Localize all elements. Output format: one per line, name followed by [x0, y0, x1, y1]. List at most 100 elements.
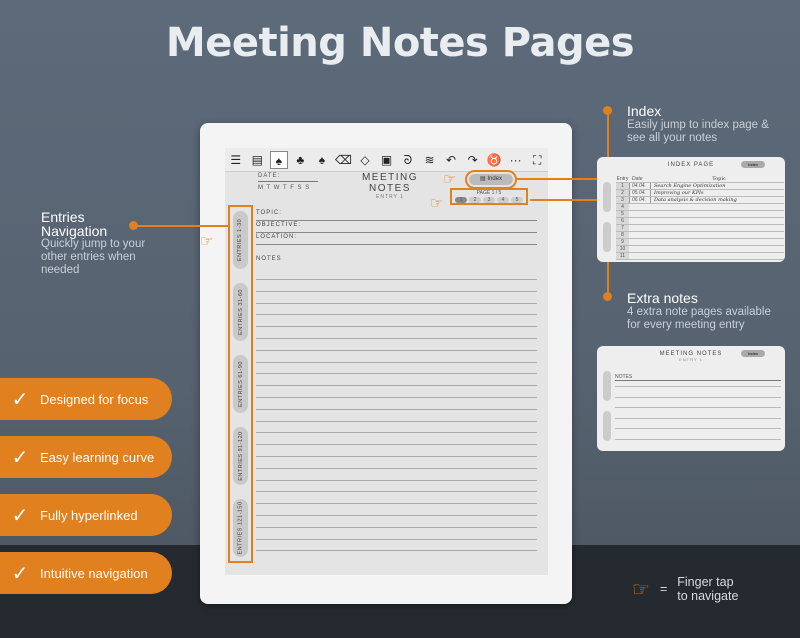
page-5-button[interactable]: 5 [511, 197, 523, 203]
index-button[interactable]: Index [741, 161, 765, 168]
note-line [256, 550, 537, 552]
table-row[interactable]: 2 05.04. Improving our KPIs [616, 190, 784, 197]
note-line [615, 428, 781, 429]
table-row[interactable]: 5 [616, 211, 784, 218]
redo-icon[interactable]: ↷ [464, 151, 482, 169]
table-row[interactable]: 9 [616, 239, 784, 246]
page-2-button[interactable]: 2 [469, 197, 481, 203]
feature-badge: ✓ Easy learning curve [0, 436, 172, 478]
note-line [256, 420, 537, 422]
more-icon[interactable]: ··· [507, 151, 525, 169]
marker-icon[interactable]: ♠ [313, 151, 331, 169]
note-line [256, 385, 537, 387]
feature-badge: ✓ Fully hyperlinked [0, 494, 172, 536]
layers-icon[interactable]: ≋ [421, 151, 439, 169]
entries-tab[interactable] [603, 411, 611, 441]
note-line [256, 491, 537, 493]
note-line [256, 373, 537, 375]
index-button[interactable]: ▤ Index [465, 170, 517, 189]
entries-tab[interactable]: ENTRIES 61-90 [233, 355, 248, 413]
meeting-field[interactable]: TOPIC: [256, 210, 537, 221]
extra-notes-preview: MEETING NOTES ENTRY 1 Index NOTES [597, 346, 785, 451]
meeting-notes-heading: MEETING NOTES ENTRY 1 [361, 172, 419, 200]
clear-icon[interactable]: ♉ [485, 151, 503, 169]
checkmark-icon: ✓ [11, 446, 29, 469]
table-row[interactable]: 11 [616, 253, 784, 260]
tablet-screen: ☰ ▤ ♠ ♣ ♠ ⌫ ◇ ▣ ᘐ ≋ ↶ ↷ ♉ ··· ⛶ DATE: M T W T F S S MEE… [225, 148, 548, 575]
table-row[interactable]: 8 [616, 232, 784, 239]
image-icon[interactable]: ▣ [377, 151, 395, 169]
lasso-icon[interactable]: ᘐ [399, 151, 417, 169]
note-line [256, 349, 537, 351]
note-line [256, 479, 537, 481]
note-line [615, 386, 781, 387]
index-callout: Index Easily jump to index page & see all… [627, 103, 769, 144]
toolbar: ☰ ▤ ♠ ♣ ♠ ⌫ ◇ ▣ ᘐ ≋ ↶ ↷ ♉ ··· ⛶ [225, 148, 548, 172]
entries-tab[interactable] [603, 222, 611, 252]
index-table: Entry Date Topic 1 04.04. Search Engine Optim… [616, 176, 784, 260]
table-row[interactable]: 7 [616, 225, 784, 232]
note-line [256, 432, 537, 434]
meeting-field[interactable]: OBJECTIVE: [256, 222, 537, 233]
table-row[interactable]: 4 [616, 204, 784, 211]
note-line [256, 538, 537, 540]
selection-eraser-icon[interactable]: ◇ [356, 151, 374, 169]
undo-icon[interactable]: ↶ [442, 151, 460, 169]
page-3-button[interactable]: 3 [483, 197, 495, 203]
note-line [256, 503, 537, 505]
table-row[interactable]: 1 04.04. Search Engine Optimization [616, 183, 784, 190]
note-line [256, 279, 537, 280]
note-line [256, 361, 537, 363]
note-line [615, 407, 781, 408]
entries-tab[interactable]: ENTRIES 1-30 [233, 211, 248, 269]
entries-tab[interactable]: ENTRIES 91-120 [233, 427, 248, 485]
notes-label: NOTES [615, 374, 781, 381]
feature-badge: ✓ Intuitive navigation [0, 552, 172, 594]
entries-tab[interactable]: ENTRIES 121-150 [233, 499, 248, 557]
note-line [256, 290, 537, 292]
table-row[interactable]: 10 [616, 246, 784, 253]
fullscreen-icon[interactable]: ⛶ [528, 151, 546, 169]
meeting-field[interactable]: LOCATION: [256, 234, 537, 245]
note-line [256, 302, 537, 304]
feature-badge: ✓ Designed for focus [0, 378, 172, 420]
sidebar-icon[interactable]: ☰ [227, 151, 245, 169]
entries-tab[interactable] [603, 371, 611, 401]
note-line [256, 526, 537, 528]
note-line [615, 417, 781, 419]
note-line [256, 338, 537, 339]
finger-tap-icon: ☞ [632, 578, 650, 601]
pen-icon[interactable]: ♠ [269, 150, 288, 169]
note-line [256, 456, 537, 457]
extra-notes-callout: Extra notes 4 extra note pages available … [627, 290, 771, 331]
entries-tab[interactable]: ENTRIES 31-60 [233, 283, 248, 341]
checkmark-icon: ✓ [11, 562, 29, 585]
checkmark-icon: ✓ [11, 388, 29, 411]
page-navigation: PAGE 1 / 512345 [450, 188, 528, 205]
note-line [256, 515, 537, 516]
eraser-icon[interactable]: ⌫ [334, 151, 352, 169]
finger-tap-icon: ☞ [443, 171, 457, 188]
finger-tap-icon: ☞ [200, 233, 214, 250]
note-line [256, 408, 537, 410]
legend: ☞ = Finger tap to navigate [632, 575, 739, 603]
brush-icon[interactable]: ♣ [291, 151, 309, 169]
note-line [256, 326, 537, 328]
finger-tap-icon: ☞ [430, 195, 444, 212]
note-line [256, 314, 537, 316]
date-field[interactable]: DATE: M T W T F S S [258, 173, 318, 191]
entries-tabs: ENTRIES 1-30 ENTRIES 31-60 ENTRIES 61-90 EN… [228, 205, 253, 563]
note-line [256, 397, 537, 398]
note-line [256, 444, 537, 446]
page-1-button[interactable]: 1 [455, 197, 467, 203]
list-icon[interactable]: ▤ [248, 151, 266, 169]
entries-tab[interactable] [603, 182, 611, 212]
table-row[interactable]: 3 06.04. Data analysis & decision making [616, 197, 784, 204]
index-button[interactable]: Index [741, 350, 765, 357]
table-row[interactable]: 6 [616, 218, 784, 225]
page-title: Meeting Notes Pages [165, 20, 635, 66]
notes-label: NOTES [256, 256, 282, 262]
page-4-button[interactable]: 4 [497, 197, 509, 203]
callout-line [516, 178, 609, 180]
note-line [615, 438, 781, 440]
